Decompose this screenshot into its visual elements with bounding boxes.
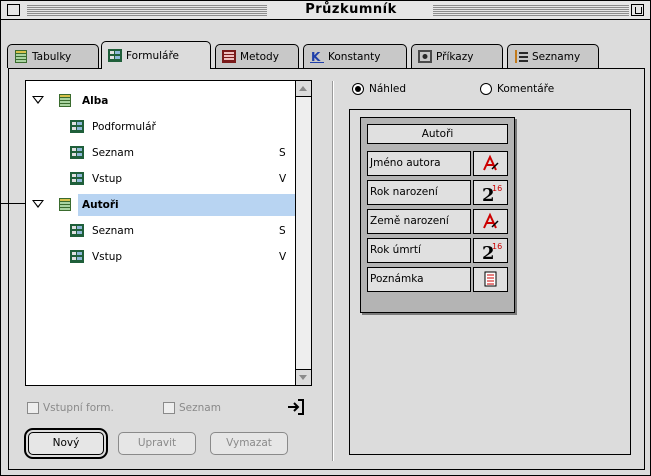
tab-label: Příkazy: [436, 50, 474, 63]
checkbox-box[interactable]: [163, 402, 175, 414]
integer-field-icon: 2 16: [473, 238, 508, 264]
tab-label: Metody: [240, 50, 279, 63]
radio-label: Komentáře: [497, 83, 555, 95]
exit-arrow-icon[interactable]: [287, 398, 305, 416]
vertical-divider: [332, 81, 334, 461]
table-icon: [59, 94, 71, 107]
tab-label: Konstanty: [328, 50, 381, 63]
form-type-suffix: S: [279, 147, 286, 159]
checkbox-label: Seznam: [179, 402, 221, 414]
tab-forms[interactable]: Formuláře: [101, 41, 211, 69]
scroll-down-arrow-icon[interactable]: [296, 369, 311, 385]
delete-button[interactable]: Vymazat: [210, 432, 288, 455]
table-icon: [59, 198, 71, 211]
tab-lists[interactable]: Seznamy: [507, 44, 599, 68]
radio-label: Náhled: [369, 83, 406, 95]
title-bar[interactable]: Průzkumník: [1, 1, 650, 20]
alpha-field-icon: [473, 209, 508, 234]
tab-label: Tabulky: [32, 50, 72, 63]
table-name: Autoři: [367, 124, 508, 144]
tree-item-label: Seznam: [92, 147, 134, 159]
form-type-suffix: V: [279, 173, 287, 185]
tree-item-form[interactable]: Podformulář: [26, 115, 296, 139]
table-structure-card: Autoři Jméno autora Rok narození 2 16 Zem…: [360, 117, 515, 313]
tree-item-form[interactable]: Vstup V: [26, 245, 296, 269]
tab-label: Formuláře: [126, 49, 180, 62]
checkbox-label: Vstupní form.: [43, 402, 114, 414]
form-tree-list[interactable]: Alba Podformulář Seznam S Vstup V Autoři…: [25, 80, 312, 386]
form-icon: [108, 49, 122, 62]
field-name: Jméno autora: [367, 151, 471, 176]
tree-item-label: Autoři: [78, 194, 296, 216]
new-button[interactable]: Nový: [24, 428, 108, 459]
tree-item-label: Vstup: [92, 173, 123, 185]
form-type-suffix: S: [279, 225, 286, 237]
tree-item-form[interactable]: Seznam S: [26, 141, 296, 165]
tree-item-label: Vstup: [92, 251, 123, 263]
tab-tables[interactable]: Tabulky: [7, 44, 99, 68]
collapse-box-icon[interactable]: [631, 4, 644, 16]
form-icon: [70, 224, 84, 237]
tree-item-table[interactable]: Autoři: [26, 193, 296, 217]
alpha-field-icon: [473, 151, 508, 176]
method-icon: [222, 50, 236, 63]
title-bar-stripes: [27, 5, 267, 16]
disclosure-triangle-icon[interactable]: [32, 200, 44, 208]
tab-label: Seznamy: [532, 50, 581, 63]
tab-methods[interactable]: Metody: [215, 44, 299, 68]
explorer-window: Průzkumník Tabulky Formuláře Metody K Ko…: [0, 0, 651, 476]
radio-circle[interactable]: [480, 83, 492, 95]
title-bar-stripes: [433, 5, 629, 16]
window-title: Průzkumník: [305, 2, 397, 17]
tree-item-form[interactable]: Vstup V: [26, 167, 296, 191]
form-icon: [70, 172, 84, 185]
svg-text:16: 16: [492, 242, 502, 251]
text-field-icon: [473, 267, 508, 292]
tree-item-table[interactable]: Alba: [26, 89, 296, 113]
disclosure-triangle-icon[interactable]: [32, 96, 44, 104]
list-icon: [515, 50, 528, 63]
tab-commands[interactable]: Příkazy: [411, 44, 503, 68]
field-name: Země narození: [367, 209, 471, 234]
svg-text:K: K: [311, 50, 321, 63]
form-icon: [70, 146, 84, 159]
list-checkbox[interactable]: Seznam: [163, 402, 221, 414]
preview-radio[interactable]: Náhled: [352, 83, 406, 95]
radio-circle[interactable]: [352, 83, 364, 95]
constant-k-icon: K: [310, 50, 324, 63]
scroll-up-arrow-icon[interactable]: [296, 81, 311, 97]
form-icon: [70, 120, 84, 133]
connector-line: [1, 203, 25, 204]
command-icon: [418, 50, 432, 63]
tab-constants[interactable]: K Konstanty: [303, 44, 407, 68]
field-name: Rok úmrtí: [367, 238, 471, 263]
tree-item-label: Alba: [82, 95, 109, 107]
form-type-suffix: V: [279, 251, 287, 263]
close-box-icon[interactable]: [7, 4, 20, 16]
entry-form-checkbox[interactable]: Vstupní form.: [27, 402, 114, 414]
form-icon: [70, 250, 84, 263]
field-name: Poznámka: [367, 267, 471, 292]
tree-item-label: Seznam: [92, 225, 134, 237]
vertical-scrollbar[interactable]: [295, 81, 311, 385]
field-name: Rok narození: [367, 180, 471, 205]
checkbox-box[interactable]: [27, 402, 39, 414]
table-icon: [15, 50, 27, 63]
svg-text:16: 16: [492, 184, 502, 193]
tree-item-form[interactable]: Seznam S: [26, 219, 296, 243]
integer-field-icon: 2 16: [473, 180, 508, 206]
edit-button[interactable]: Upravit: [118, 432, 196, 455]
tree-item-label: Podformulář: [92, 121, 156, 133]
comments-radio[interactable]: Komentáře: [480, 83, 554, 95]
